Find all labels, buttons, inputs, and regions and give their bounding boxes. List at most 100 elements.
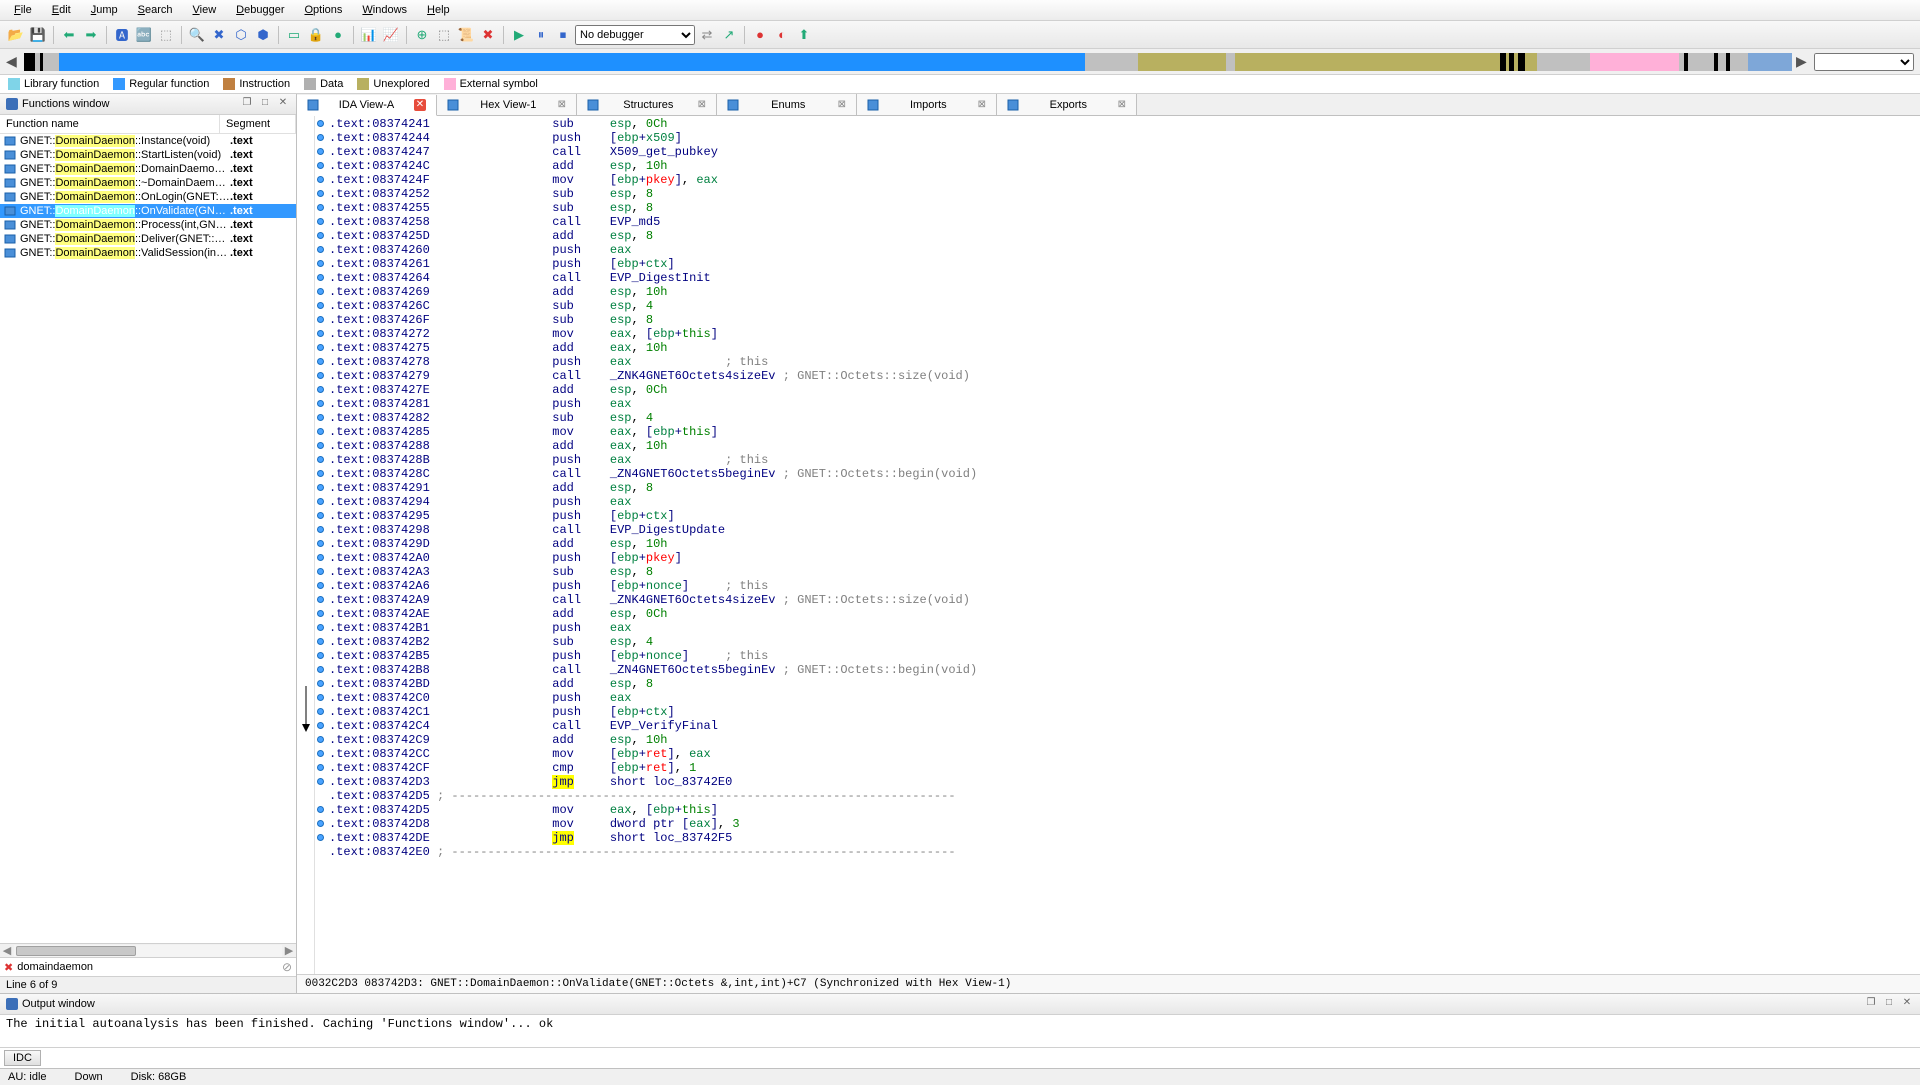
legend-item: Instruction — [223, 78, 290, 90]
functions-list[interactable]: GNET::DomainDaemon::Instance(void).textG… — [0, 134, 296, 943]
panel-icon — [6, 98, 18, 110]
status-disk: Disk: 68GB — [131, 1071, 187, 1083]
main-toolbar: 📂 💾 ⬅ ➡ 🅰 🔤 ⬚ 🔍 ✖ ⬡ ⬢ ▭ 🔒 ● 📊 📈 ⊕ ⬚ 📜 ✖ … — [0, 21, 1920, 49]
maximize-icon[interactable]: □ — [258, 97, 272, 111]
col-function-name[interactable]: Function name — [0, 115, 220, 133]
functions-title: Functions window — [22, 98, 109, 110]
legend-item: Library function — [8, 78, 99, 90]
open-icon[interactable]: 📂 — [6, 25, 26, 45]
menu-help[interactable]: Help — [419, 2, 458, 18]
nav-left-icon[interactable]: ◀ — [6, 53, 20, 70]
functions-panel: Functions window ❐ □ ✕ Function name Seg… — [0, 94, 297, 993]
stop-icon[interactable]: ⏹ — [553, 25, 573, 45]
arrow-gutter — [297, 116, 315, 974]
idc-button[interactable]: IDC — [4, 1050, 41, 1066]
tool-icon[interactable]: 🅰 — [112, 25, 132, 45]
run-icon[interactable]: ▶ — [509, 25, 529, 45]
legend-bar: Library function Regular function Instruct… — [0, 75, 1920, 94]
function-row[interactable]: GNET::DomainDaemon::Instance(void).text — [0, 134, 296, 148]
tool-icon[interactable]: 🔤 — [134, 25, 154, 45]
nav-zoom-combo[interactable] — [1814, 53, 1914, 71]
maximize-icon[interactable]: □ — [1882, 997, 1896, 1011]
menu-edit[interactable]: Edit — [44, 2, 79, 18]
function-row[interactable]: GNET::DomainDaemon::OnValidate(GNET::Oct… — [0, 204, 296, 218]
output-panel: Output window ❐ □ ✕ The initial autoanal… — [0, 993, 1920, 1068]
tab-enums[interactable]: Enums⊠ — [717, 94, 857, 115]
tool-icon[interactable]: ⬆ — [794, 25, 814, 45]
menu-search[interactable]: Search — [130, 2, 181, 18]
tab-structures[interactable]: Structures⊠ — [577, 94, 717, 115]
content-area: IDA View-A✕Hex View-1⊠Structures⊠Enums⊠I… — [297, 94, 1920, 993]
bp-icon[interactable]: ◐ — [772, 25, 792, 45]
function-row[interactable]: GNET::DomainDaemon::OnLogin(GNET::Octets… — [0, 190, 296, 204]
h-scrollbar[interactable]: ◀ ▶ — [0, 943, 296, 957]
tool-icon[interactable]: ● — [328, 25, 348, 45]
xref-icon[interactable]: ✖ — [209, 25, 229, 45]
pause-icon[interactable]: ⏸ — [531, 25, 551, 45]
tool-icon[interactable]: ↗ — [719, 25, 739, 45]
menu-options[interactable]: Options — [296, 2, 350, 18]
disasm-status: 0032C2D3 083742D3: GNET::DomainDaemon::O… — [297, 974, 1920, 993]
function-row[interactable]: GNET::DomainDaemon::DomainDaemon(void).t… — [0, 162, 296, 176]
legend-item: Regular function — [113, 78, 209, 90]
tool-icon[interactable]: ▭ — [284, 25, 304, 45]
col-segment[interactable]: Segment — [220, 115, 296, 133]
close-icon[interactable]: ✕ — [276, 97, 290, 111]
debugger-combo[interactable]: No debugger — [575, 25, 695, 45]
tool-icon[interactable]: ⇄ — [697, 25, 717, 45]
output-title-bar: Output window ❐ □ ✕ — [0, 994, 1920, 1015]
tab-exports[interactable]: Exports⊠ — [997, 94, 1137, 115]
graph-icon[interactable]: ⬢ — [253, 25, 273, 45]
function-row[interactable]: GNET::DomainDaemon::~DomainDaemon().text — [0, 176, 296, 190]
tab-close-icon[interactable]: ⊠ — [838, 99, 846, 110]
save-icon[interactable]: 💾 — [28, 25, 48, 45]
tool-icon[interactable]: 📊 — [359, 25, 379, 45]
tool-icon[interactable]: 🔒 — [306, 25, 326, 45]
back-icon[interactable]: ⬅ — [59, 25, 79, 45]
script-icon[interactable]: 📜 — [456, 25, 476, 45]
filter-icon: ✖ — [4, 961, 13, 974]
tab-bar: IDA View-A✕Hex View-1⊠Structures⊠Enums⊠I… — [297, 94, 1920, 116]
output-body[interactable]: The initial autoanalysis has been finish… — [0, 1015, 1920, 1047]
tab-hex-view-1[interactable]: Hex View-1⊠ — [437, 94, 577, 115]
menu-view[interactable]: View — [185, 2, 225, 18]
tool-icon[interactable]: 📈 — [381, 25, 401, 45]
filter-input[interactable] — [17, 961, 282, 973]
close-icon[interactable]: ✕ — [1900, 997, 1914, 1011]
function-row[interactable]: GNET::DomainDaemon::ValidSession(int,int… — [0, 246, 296, 260]
restore-icon[interactable]: ❐ — [240, 97, 254, 111]
tool-icon[interactable]: ⊕ — [412, 25, 432, 45]
nav-bar: ◀ ▶ — [0, 49, 1920, 75]
tab-close-icon[interactable]: ⊠ — [698, 99, 706, 110]
tool-icon[interactable]: ⬚ — [156, 25, 176, 45]
bp-icon[interactable]: ● — [750, 25, 770, 45]
menu-bar: FileEditJumpSearchViewDebuggerOptionsWin… — [0, 0, 1920, 21]
clear-filter-icon[interactable]: ⊘ — [282, 960, 292, 974]
tab-close-icon[interactable]: ⊠ — [1118, 99, 1126, 110]
tab-close-icon[interactable]: ✕ — [414, 99, 426, 111]
search-icon[interactable]: 🔍 — [187, 25, 207, 45]
functions-title-bar: Functions window ❐ □ ✕ — [0, 94, 296, 115]
fwd-icon[interactable]: ➡ — [81, 25, 101, 45]
menu-debugger[interactable]: Debugger — [228, 2, 292, 18]
nav-right-icon[interactable]: ▶ — [1796, 53, 1810, 70]
menu-file[interactable]: File — [6, 2, 40, 18]
tab-ida-view-a[interactable]: IDA View-A✕ — [297, 95, 437, 116]
function-row[interactable]: GNET::DomainDaemon::Deliver(GNET::Domain… — [0, 232, 296, 246]
functions-header: Function name Segment — [0, 115, 296, 134]
restore-icon[interactable]: ❐ — [1864, 997, 1878, 1011]
close-icon[interactable]: ✖ — [478, 25, 498, 45]
menu-jump[interactable]: Jump — [83, 2, 126, 18]
filter-box: ✖ ⊘ — [0, 957, 296, 976]
function-row[interactable]: GNET::DomainDaemon::StartListen(void).te… — [0, 148, 296, 162]
tab-close-icon[interactable]: ⊠ — [978, 99, 986, 110]
nav-strip[interactable] — [24, 53, 1792, 71]
status-bar: AU: idle Down Disk: 68GB — [0, 1068, 1920, 1085]
tool-icon[interactable]: ⬚ — [434, 25, 454, 45]
function-row[interactable]: GNET::DomainDaemon::Process(int,GNET::Do… — [0, 218, 296, 232]
tab-imports[interactable]: Imports⊠ — [857, 94, 997, 115]
graph-icon[interactable]: ⬡ — [231, 25, 251, 45]
menu-windows[interactable]: Windows — [354, 2, 415, 18]
tab-close-icon[interactable]: ⊠ — [558, 99, 566, 110]
disasm-view[interactable]: .text:08374241 sub esp, 0Ch.text:0837424… — [315, 116, 1920, 974]
